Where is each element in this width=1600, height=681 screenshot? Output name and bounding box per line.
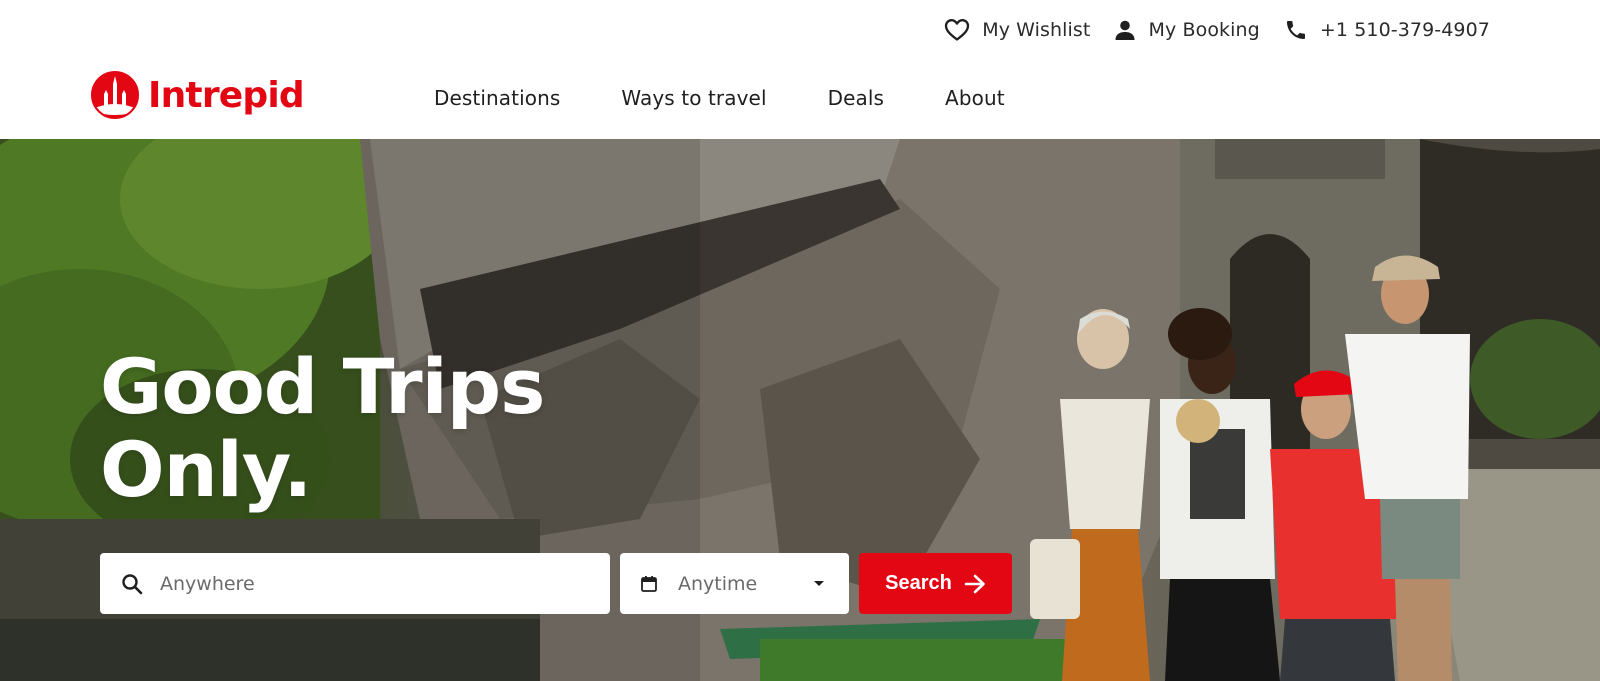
main-nav: Destinations Ways to travel Deals About — [434, 86, 1066, 110]
destination-field[interactable] — [100, 553, 610, 614]
user-icon — [1115, 20, 1135, 40]
heart-icon — [945, 19, 970, 41]
search-icon — [122, 573, 143, 594]
caret-down-icon — [814, 581, 824, 586]
date-select-value: Anytime — [678, 572, 758, 595]
date-select[interactable]: Anytime — [620, 553, 849, 614]
wishlist-label: My Wishlist — [982, 19, 1091, 41]
hero-headline: Good Trips Only. — [100, 342, 545, 514]
phone-icon — [1286, 21, 1305, 39]
arrow-right-icon — [964, 574, 985, 593]
destination-input[interactable] — [160, 572, 580, 595]
nav-item-deals[interactable]: Deals — [828, 86, 884, 110]
trip-search-bar: Anytime Search — [100, 553, 1012, 614]
brand-logo[interactable]: Intrepid — [90, 70, 305, 120]
intrepid-logo-icon — [91, 71, 139, 119]
utility-nav: My Wishlist My Booking +1 510-379-4907 — [920, 18, 1490, 42]
calendar-icon — [641, 575, 657, 592]
headline-line-1: Good Trips — [100, 342, 545, 431]
booking-label: My Booking — [1148, 19, 1260, 41]
nav-item-destinations[interactable]: Destinations — [434, 86, 560, 110]
phone-link[interactable]: +1 510-379-4907 — [1284, 18, 1490, 42]
site-header: My Wishlist My Booking +1 510-379-4907 I… — [0, 0, 1600, 139]
nav-item-about[interactable]: About — [945, 86, 1005, 110]
hero-section: Good Trips Only. Anytime Search — [0, 139, 1600, 681]
phone-label: +1 510-379-4907 — [1319, 19, 1490, 41]
nav-item-ways-to-travel[interactable]: Ways to travel — [621, 86, 766, 110]
booking-link[interactable]: My Booking — [1114, 19, 1260, 41]
brand-name: Intrepid — [148, 74, 305, 116]
wishlist-link[interactable]: My Wishlist — [944, 18, 1090, 42]
search-button-label: Search — [885, 572, 952, 594]
search-button[interactable]: Search — [859, 553, 1012, 614]
headline-line-2: Only. — [100, 425, 312, 514]
